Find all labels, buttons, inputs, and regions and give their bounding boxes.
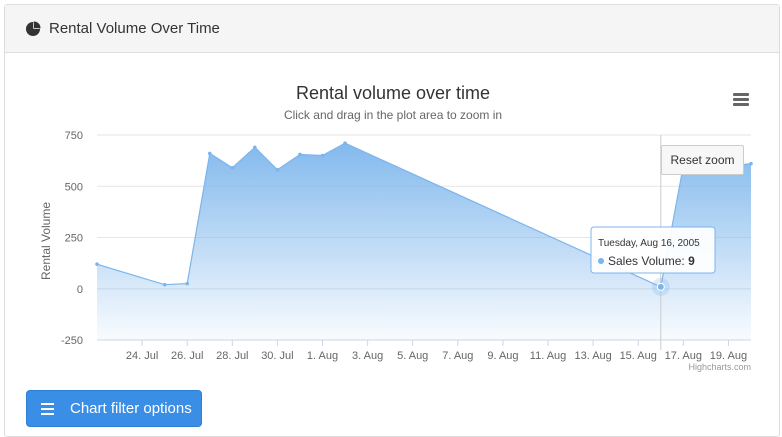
x-tick-label: 1. Aug: [307, 350, 338, 362]
chart-filter-options-label: Chart filter options: [70, 400, 192, 417]
x-tick-label: 15. Aug: [620, 350, 657, 362]
data-point: [749, 161, 753, 166]
hover-point: [656, 282, 665, 291]
hamburger-menu-icon-bar: [733, 98, 749, 101]
data-point: [185, 281, 190, 286]
tooltip-value: 9: [688, 254, 695, 268]
x-tick-label: 24. Jul: [126, 350, 158, 362]
data-point: [230, 166, 235, 170]
x-tick-label: 7. Aug: [442, 350, 473, 362]
y-tick-label: -250: [61, 335, 83, 347]
x-tick-label: 30. Jul: [261, 350, 293, 362]
x-tick-label: 17. Aug: [665, 350, 702, 362]
x-tick-label: 28. Jul: [216, 350, 248, 362]
data-point: [162, 282, 167, 287]
reset-zoom-button[interactable]: Reset zoom: [661, 145, 744, 175]
data-point: [253, 145, 257, 150]
pie-chart-icon: [26, 21, 41, 36]
chart-title: Rental volume over time: [296, 83, 490, 103]
y-tick-label: 0: [77, 284, 83, 296]
data-point: [275, 168, 280, 172]
y-tick-label: 250: [65, 233, 83, 245]
tooltip-series-marker: [598, 258, 604, 264]
data-point: [298, 152, 302, 157]
x-tick-label: 11. Aug: [530, 350, 567, 362]
chart-panel: Rental Volume Over Time Rental volume ov…: [4, 4, 780, 437]
x-axis: 24. Jul 26. Jul 28. Jul 30. Jul 1. Aug 3. Aug…: [97, 339, 751, 362]
tooltip: Tuesday, Aug 16, 2005 Sales Volume: 9: [590, 226, 716, 274]
chart-filter-options-button[interactable]: Chart filter options: [26, 390, 202, 427]
bars-icon: [41, 400, 54, 418]
x-tick-label: 3. Aug: [352, 350, 383, 362]
tooltip-date: Tuesday, Aug 16, 2005: [598, 238, 700, 249]
hamburger-menu-icon-bar: [733, 103, 749, 106]
area-chart[interactable]: Rental volume over time Click and drag i…: [5, 55, 781, 385]
panel-header: Rental Volume Over Time: [5, 5, 779, 53]
y-axis-label: Rental Volume: [39, 202, 53, 280]
x-tick-label: 5. Aug: [397, 350, 428, 362]
x-tick-label: 9. Aug: [487, 350, 518, 362]
hamburger-menu-icon: [733, 93, 749, 96]
chart-subtitle: Click and drag in the plot area to zoom …: [284, 108, 502, 122]
data-point: [207, 151, 212, 156]
tooltip-series-label: Sales Volume:: [608, 254, 685, 268]
chart-menu-button[interactable]: [729, 91, 753, 111]
data-point: [320, 153, 325, 158]
y-tick-label: 750: [65, 130, 83, 142]
credits[interactable]: Highcharts.com: [688, 362, 751, 372]
x-tick-label: 26. Jul: [171, 350, 203, 362]
tooltip-series-name: Sales Volume: 9: [608, 254, 695, 268]
x-tick-label: 13. Aug: [574, 350, 611, 362]
data-point: [95, 262, 99, 266]
x-tick-label: 19. Aug: [710, 350, 747, 362]
y-tick-label: 500: [65, 181, 83, 193]
panel-title: Rental Volume Over Time: [49, 20, 220, 37]
y-axis: -250 0 250 500 750: [61, 130, 83, 347]
chart-container[interactable]: Rental volume over time Click and drag i…: [5, 55, 781, 385]
data-point: [343, 141, 347, 145]
